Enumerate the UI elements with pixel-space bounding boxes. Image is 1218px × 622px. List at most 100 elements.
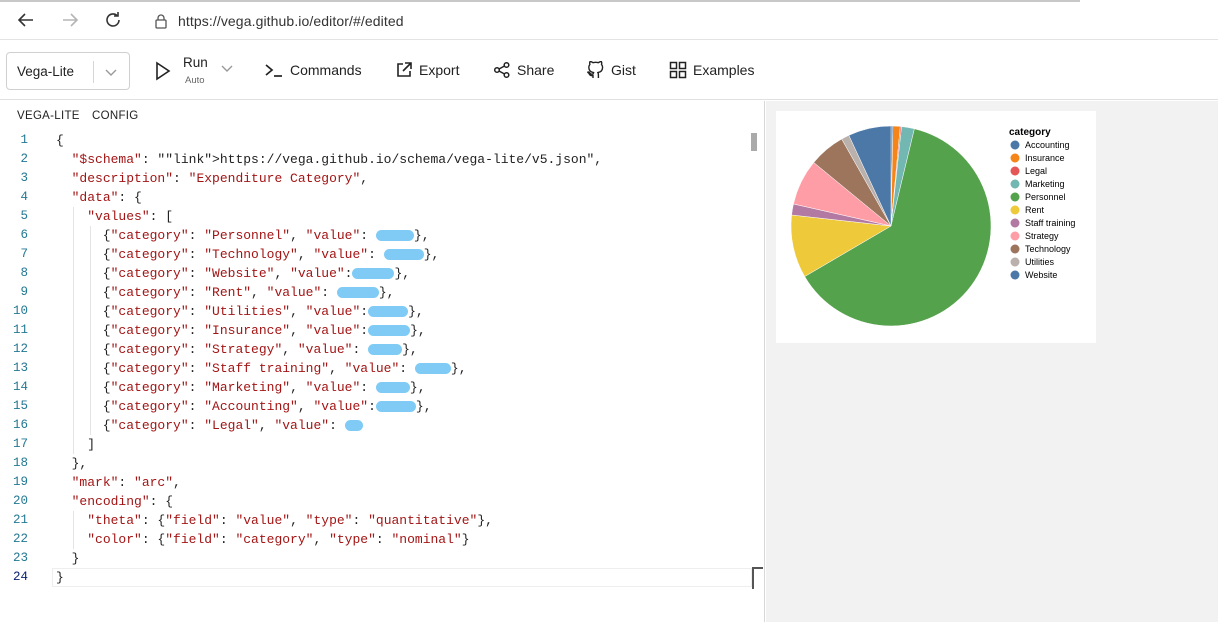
code-line[interactable]: 12 {"category": "Strategy", "value": }, [0, 340, 752, 359]
line-number: 8 [20, 266, 28, 280]
commands-button[interactable]: Commands [264, 59, 362, 81]
redacted-value [368, 306, 409, 318]
line-content: "description": "Expenditure Category", [71, 171, 369, 186]
forward-icon[interactable] [58, 8, 82, 32]
redacted-value [368, 325, 411, 337]
chevron-down-icon[interactable] [220, 61, 234, 75]
line-content: {"category": "Website", "value":}, [56, 266, 411, 281]
legend-swatch[interactable] [1010, 166, 1020, 176]
code-line[interactable]: 18 }, [0, 454, 752, 473]
line-content: ] [56, 437, 96, 452]
line-number: 21 [12, 513, 28, 527]
legend-swatch[interactable] [1010, 231, 1020, 241]
legend-swatch[interactable] [1010, 257, 1020, 267]
code-editor[interactable]: 1{2 "$schema": ""link">https://vega.gith… [0, 131, 752, 601]
code-line[interactable]: 15 {"category": "Accounting", "value":}, [0, 397, 752, 416]
code-line[interactable]: 22 "color": {"field": "category", "type"… [0, 530, 752, 549]
legend-label[interactable]: Strategy [1025, 231, 1059, 241]
code-line[interactable]: 19 "mark": "arc", [0, 473, 752, 492]
legend-label[interactable]: Rent [1025, 205, 1045, 215]
code-line[interactable]: 9 {"category": "Rent", "value": }, [0, 283, 752, 302]
code-line[interactable]: 4 "data": { [0, 188, 752, 207]
mode-select[interactable]: Vega-Lite [6, 52, 130, 90]
line-number: 20 [12, 494, 28, 508]
redacted-value [352, 268, 395, 280]
line-number: 16 [12, 418, 28, 432]
export-icon [397, 62, 412, 77]
examples-label: Examples [693, 62, 755, 78]
tab-vega-lite[interactable]: VEGA-LITE [10, 110, 87, 129]
code-line[interactable]: 7 {"category": "Technology", "value": }, [0, 245, 752, 264]
tab-strip-line [0, 0, 1080, 2]
code-line[interactable]: 14 {"category": "Marketing", "value": }, [0, 378, 752, 397]
line-number: 24 [12, 570, 28, 584]
legend-swatch[interactable] [1010, 205, 1020, 215]
code-line[interactable]: 16 {"category": "Legal", "value": [0, 416, 752, 435]
refresh-icon[interactable] [101, 8, 125, 32]
redacted-value [336, 287, 379, 299]
gist-button[interactable]: Gist [586, 59, 636, 81]
line-number: 4 [20, 190, 28, 204]
editor-tabs: VEGA-LITE CONFIG [0, 101, 765, 129]
tab-config[interactable]: CONFIG [92, 110, 139, 122]
url-text: https://vega.github.io/editor/#/edited [178, 13, 404, 29]
code-line[interactable]: 5 "values": [ [0, 207, 752, 226]
code-line[interactable]: 10 {"category": "Utilities", "value":}, [0, 302, 752, 321]
indent-guide [73, 207, 74, 454]
legend-label[interactable]: Insurance [1025, 153, 1065, 163]
code-line[interactable]: 17 ] [0, 435, 752, 454]
line-content: "data": { [71, 190, 142, 205]
line-number: 22 [12, 532, 28, 546]
editor-scrollbar[interactable] [751, 133, 757, 151]
line-number: 10 [12, 304, 28, 318]
gist-label: Gist [611, 62, 636, 78]
line-content: { [56, 133, 64, 148]
mode-select-divider [93, 61, 94, 83]
run-button[interactable]: Run Auto [154, 53, 244, 89]
legend-swatch[interactable] [1010, 140, 1020, 150]
code-line[interactable]: 21 "theta": {"field": "value", "type": "… [0, 511, 752, 530]
legend-label[interactable]: Personnel [1025, 192, 1066, 202]
share-label: Share [517, 62, 555, 78]
browser-bar: https://vega.github.io/editor/#/edited [0, 0, 1218, 40]
examples-button[interactable]: Examples [669, 59, 754, 81]
legend-swatch[interactable] [1010, 270, 1020, 280]
line-number: 17 [12, 437, 28, 451]
overview-ruler-cursor [752, 567, 763, 589]
legend-label[interactable]: Marketing [1025, 179, 1065, 189]
lock-icon [155, 14, 167, 29]
legend-label[interactable]: Legal [1025, 166, 1047, 176]
mode-select-value: Vega-Lite [17, 63, 75, 79]
legend-swatch[interactable] [1010, 192, 1020, 202]
line-number: 12 [12, 342, 28, 356]
legend-label[interactable]: Accounting [1025, 140, 1070, 150]
legend-label[interactable]: Staff training [1025, 218, 1075, 228]
legend-swatch[interactable] [1010, 244, 1020, 254]
address-bar[interactable]: https://vega.github.io/editor/#/edited [140, 6, 1218, 36]
legend-label[interactable]: Technology [1025, 244, 1071, 254]
line-number: 23 [12, 551, 28, 565]
code-line[interactable]: 3 "description": "Expenditure Category", [0, 169, 752, 188]
line-number: 6 [20, 228, 28, 242]
code-line[interactable]: 23 } [0, 549, 752, 568]
legend-label[interactable]: Utilities [1025, 257, 1055, 267]
spec-editor-pane: VEGA-LITE CONFIG 1{2 "$schema": ""link">… [0, 101, 765, 622]
code-line[interactable]: 20 "encoding": { [0, 492, 752, 511]
line-content: {"category": "Legal", "value": [56, 416, 363, 435]
code-line[interactable]: 6 {"category": "Personnel", "value": }, [0, 226, 752, 245]
code-line[interactable]: 8 {"category": "Website", "value":}, [0, 264, 752, 283]
legend-swatch[interactable] [1010, 179, 1020, 189]
code-line[interactable]: 1{ [0, 131, 752, 150]
code-line[interactable]: 2 "$schema": ""link">https://vega.github… [0, 150, 752, 169]
line-content: } [56, 551, 80, 566]
indent-guide [73, 511, 74, 549]
code-line[interactable]: 13 {"category": "Staff training", "value… [0, 359, 752, 378]
legend-swatch[interactable] [1010, 218, 1020, 228]
legend-label[interactable]: Website [1025, 270, 1057, 280]
pie-chart: category Accounting Insurance Legal Marketin… [790, 125, 1075, 327]
code-line[interactable]: 11 {"category": "Insurance", "value":}, [0, 321, 752, 340]
legend-swatch[interactable] [1010, 153, 1020, 163]
export-button[interactable]: Export [395, 59, 459, 81]
back-icon[interactable] [14, 8, 38, 32]
share-button[interactable]: Share [493, 59, 554, 81]
